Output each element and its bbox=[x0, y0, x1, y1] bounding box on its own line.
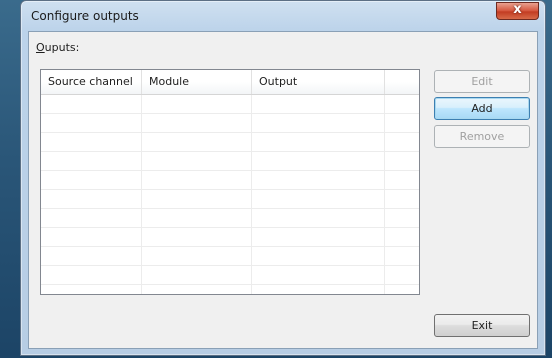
outputs-list[interactable]: Source channel Module Output bbox=[40, 69, 420, 295]
exit-button[interactable]: Exit bbox=[434, 314, 530, 337]
outputs-label-mnemonic: O bbox=[36, 41, 45, 54]
title-bar[interactable]: Configure outputs x bbox=[21, 1, 545, 31]
outputs-label: Ouputs: bbox=[36, 41, 79, 54]
column-header-module[interactable]: Module bbox=[142, 70, 252, 94]
outputs-label-text: uputs: bbox=[44, 41, 80, 54]
configure-outputs-dialog: Configure outputs x Ouputs: Source chann… bbox=[20, 0, 546, 356]
list-body[interactable] bbox=[41, 95, 419, 294]
list-header: Source channel Module Output bbox=[41, 70, 419, 95]
close-icon: x bbox=[513, 2, 522, 17]
close-button[interactable]: x bbox=[496, 2, 539, 20]
grid-line bbox=[141, 95, 142, 294]
grid-line bbox=[384, 95, 385, 294]
edit-button[interactable]: Edit bbox=[434, 70, 530, 93]
add-button[interactable]: Add bbox=[434, 97, 530, 120]
column-header-filler bbox=[385, 70, 419, 94]
column-header-source-channel[interactable]: Source channel bbox=[41, 70, 142, 94]
column-header-output[interactable]: Output bbox=[252, 70, 385, 94]
remove-button[interactable]: Remove bbox=[434, 125, 530, 148]
window-title: Configure outputs bbox=[31, 9, 139, 23]
dialog-client-area: Ouputs: Source channel Module Output Edi… bbox=[28, 31, 538, 349]
grid-line bbox=[251, 95, 252, 294]
